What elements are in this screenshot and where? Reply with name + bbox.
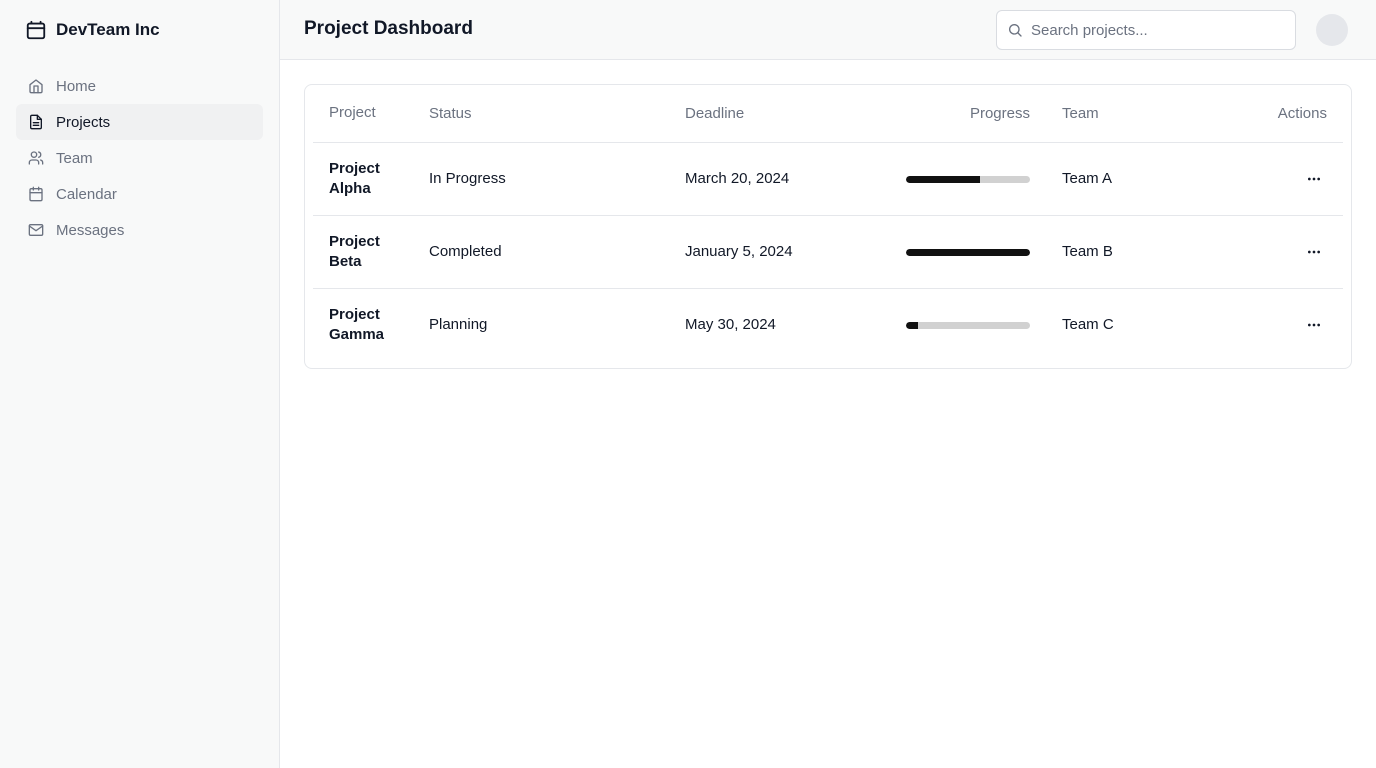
column-header-team[interactable]: Team — [1046, 85, 1236, 143]
sidebar-nav: Home Projects Team Calendar Messages — [16, 68, 263, 248]
ellipsis-icon — [1308, 250, 1320, 253]
sidebar-item-label: Messages — [56, 221, 125, 239]
search-input[interactable] — [1031, 21, 1281, 39]
ellipsis-icon — [1308, 177, 1320, 180]
sidebar-item-label: Calendar — [56, 185, 117, 203]
calendar-icon — [28, 186, 44, 202]
progress-cell — [845, 142, 1046, 216]
more-actions-button[interactable] — [1301, 166, 1327, 192]
deadline-text: March 20, 2024 — [669, 142, 845, 216]
progress-cell — [845, 215, 1046, 289]
brand-name: DevTeam Inc — [56, 20, 160, 39]
actions-cell — [1236, 142, 1343, 216]
column-header-progress[interactable]: Progress — [845, 85, 1046, 143]
project-name: Project Gamma — [329, 305, 385, 343]
document-icon — [28, 114, 44, 130]
deadline-text: May 30, 2024 — [685, 316, 776, 334]
column-header-project[interactable]: Project — [313, 85, 413, 143]
sidebar-item-messages[interactable]: Messages — [16, 212, 263, 248]
table-row[interactable]: Project Beta Completed January 5, 2024 T… — [313, 215, 1343, 289]
column-header-status[interactable]: Status — [413, 85, 669, 143]
sidebar-item-label: Team — [56, 149, 93, 167]
table-row[interactable]: Project Gamma Planning May 30, 2024 Team… — [313, 288, 1343, 361]
progress-fill — [906, 321, 919, 329]
more-actions-button[interactable] — [1301, 239, 1327, 265]
sidebar-item-home[interactable]: Home — [16, 68, 263, 104]
team-text: Team A — [1046, 142, 1236, 216]
status-text: Completed — [413, 215, 669, 289]
mail-icon — [28, 222, 44, 238]
sidebar-item-team[interactable]: Team — [16, 140, 263, 176]
progress-cell — [845, 288, 1046, 361]
column-header-actions: Actions — [1236, 85, 1343, 143]
status-text: Planning — [429, 316, 488, 334]
status-text: In Progress — [413, 142, 669, 216]
table-row[interactable]: Project Alpha In Progress March 20, 2024… — [313, 142, 1343, 216]
project-name: Project Alpha — [313, 142, 413, 216]
page-title: Project Dashboard — [304, 18, 473, 39]
search-box[interactable] — [996, 10, 1296, 50]
actions-cell — [1236, 215, 1343, 289]
progress-fill — [906, 175, 981, 183]
table-header-row: Project Status Deadline Progress Team Ac… — [313, 85, 1343, 143]
sidebar-item-calendar[interactable]: Calendar — [16, 176, 263, 212]
column-header-deadline[interactable]: Deadline — [669, 85, 845, 143]
sidebar-item-label: Home — [56, 77, 97, 95]
team-text: Team C — [1062, 316, 1114, 334]
actions-cell — [1236, 288, 1343, 361]
project-name: Project Beta — [313, 215, 413, 289]
progress-bar — [906, 321, 1030, 329]
deadline-text: January 5, 2024 — [669, 215, 845, 289]
sidebar-item-label: Projects — [56, 113, 111, 131]
projects-table-card: Project Status Deadline Progress Team Ac… — [304, 84, 1352, 369]
team-text: Team B — [1046, 215, 1236, 289]
avatar[interactable] — [1316, 14, 1348, 46]
search-icon — [1007, 22, 1023, 38]
more-actions-button[interactable] — [1301, 312, 1327, 338]
sidebar: DevTeam Inc Home Projects Team Calendar — [0, 0, 280, 768]
package-icon — [24, 18, 48, 42]
projects-table: Project Status Deadline Progress Team Ac… — [313, 85, 1343, 361]
home-icon — [28, 78, 44, 94]
ellipsis-icon — [1308, 323, 1320, 327]
top-header: Project Dashboard — [280, 0, 1376, 60]
sidebar-item-projects[interactable]: Projects — [16, 104, 263, 140]
progress-bar — [906, 248, 1030, 256]
brand[interactable]: DevTeam Inc — [24, 18, 160, 42]
progress-fill — [906, 248, 1030, 256]
progress-bar — [906, 175, 1030, 183]
users-icon — [28, 150, 44, 166]
